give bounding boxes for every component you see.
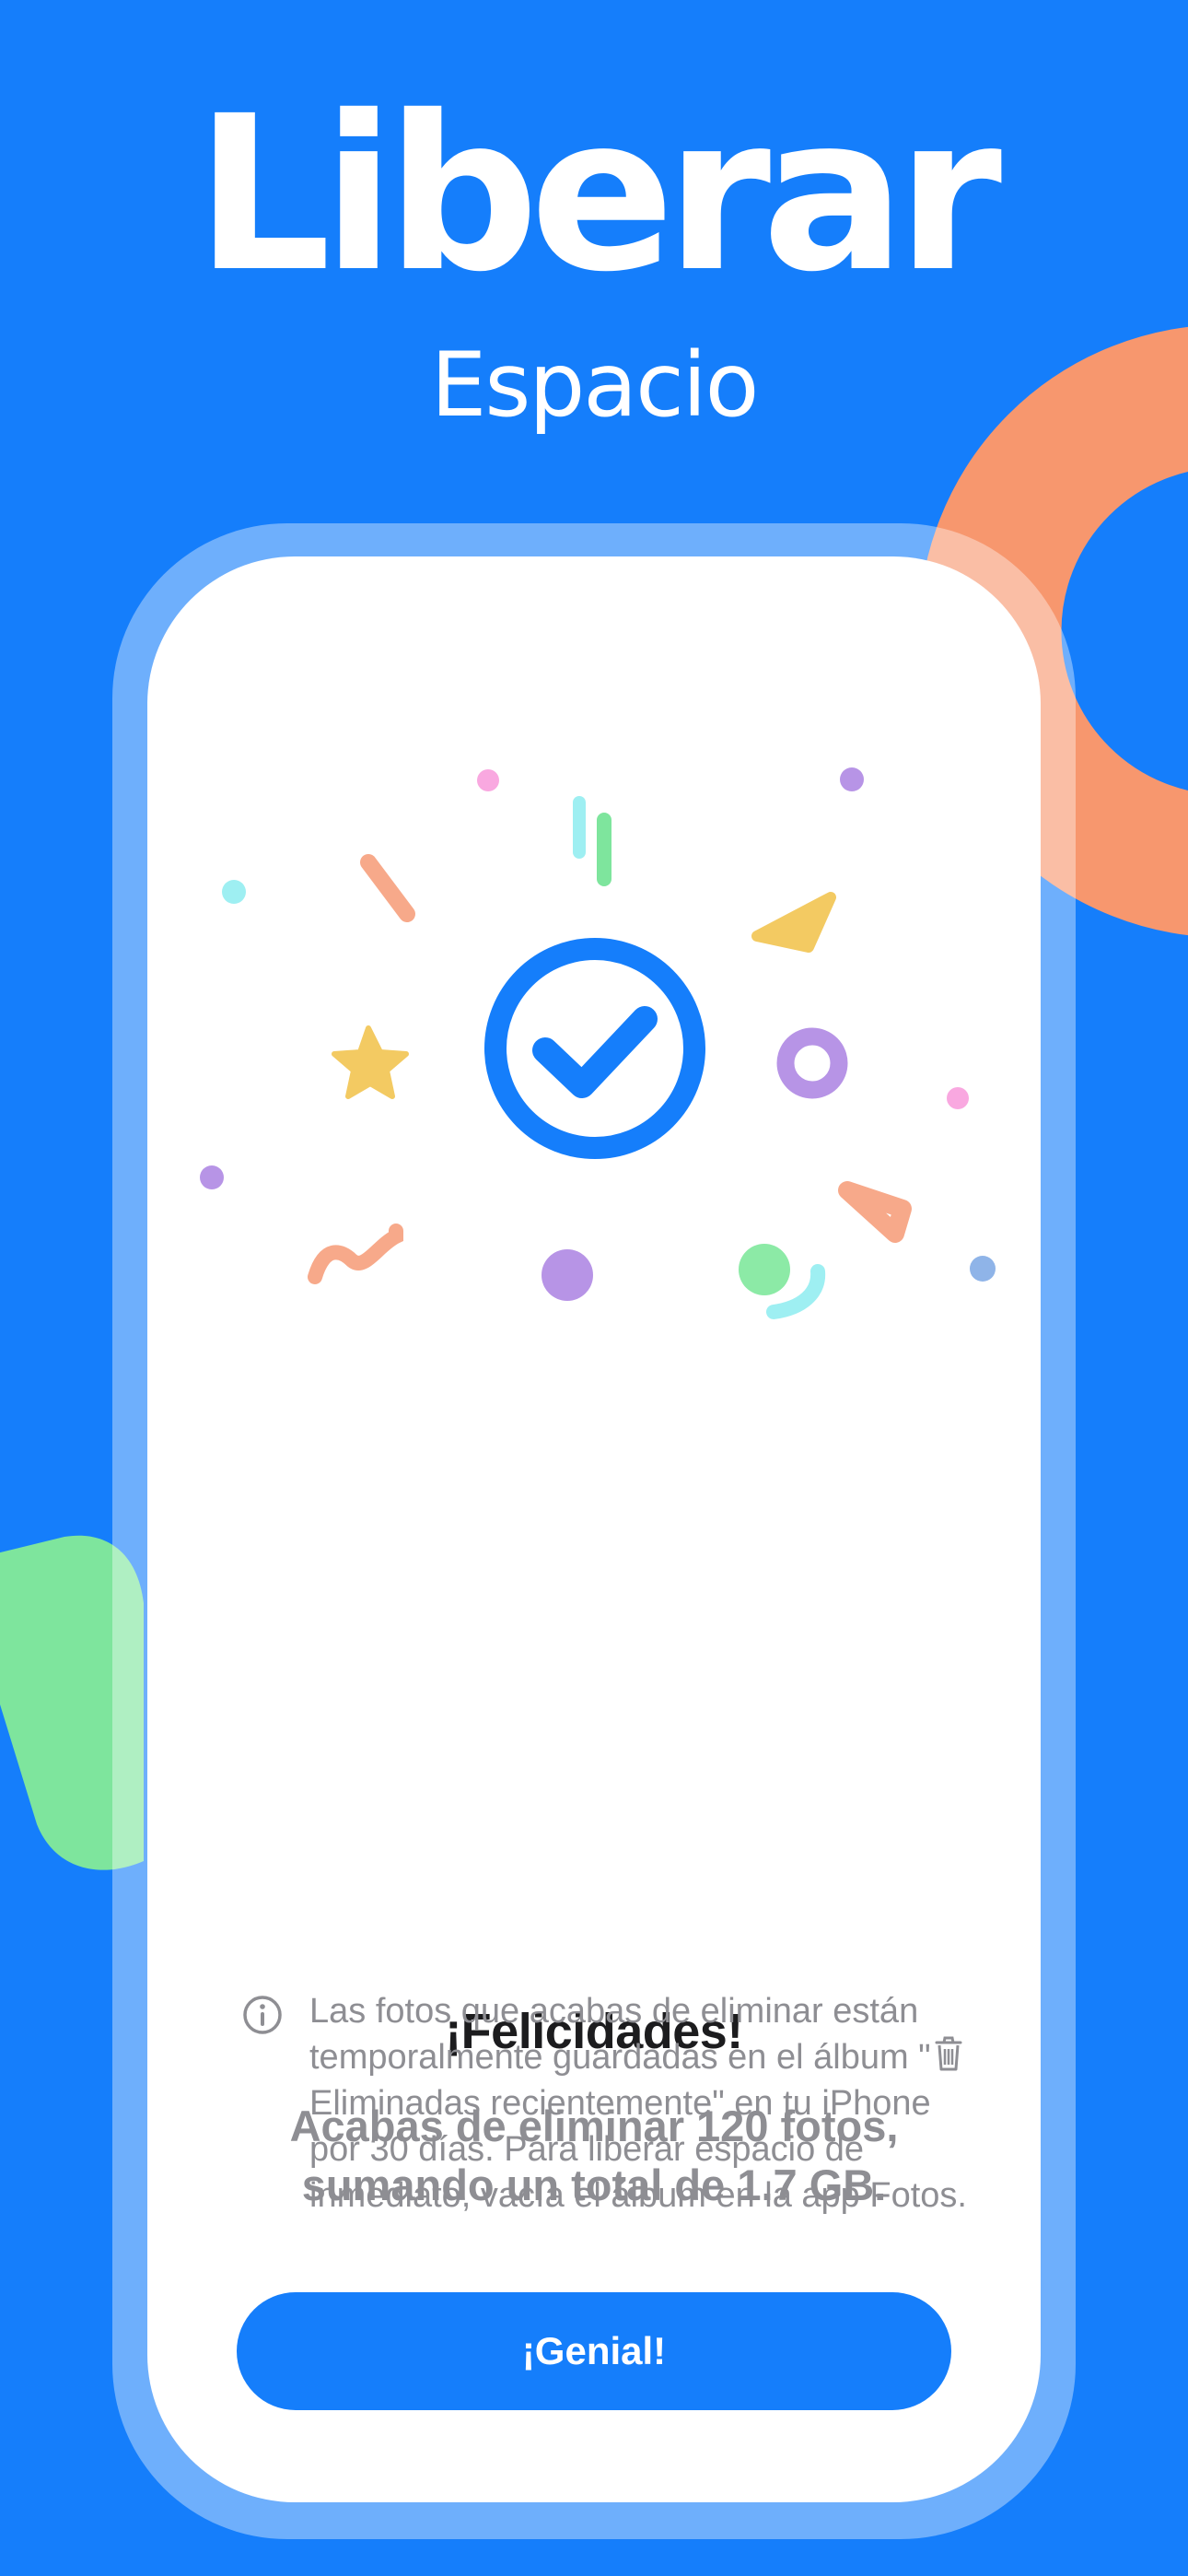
info-note-text-start: Las fotos que acabas de eliminar están t… bbox=[309, 1992, 931, 2077]
trash-icon bbox=[935, 2036, 962, 2071]
page-title: Liberar bbox=[194, 70, 1002, 319]
info-note: Las fotos que acabas de eliminar están t… bbox=[309, 1988, 973, 2219]
check-circle-icon bbox=[484, 938, 705, 1159]
album-name: Eliminadas recientemente bbox=[309, 2084, 713, 2123]
info-icon bbox=[243, 1996, 282, 2034]
confetti-illustration bbox=[200, 767, 996, 1319]
page-subtitle: Espacio bbox=[430, 334, 760, 437]
phone-screen: ¡Felicidades! Acabas de eliminar 120 fot… bbox=[147, 556, 1041, 2502]
great-button[interactable]: ¡Genial! bbox=[237, 2292, 951, 2410]
